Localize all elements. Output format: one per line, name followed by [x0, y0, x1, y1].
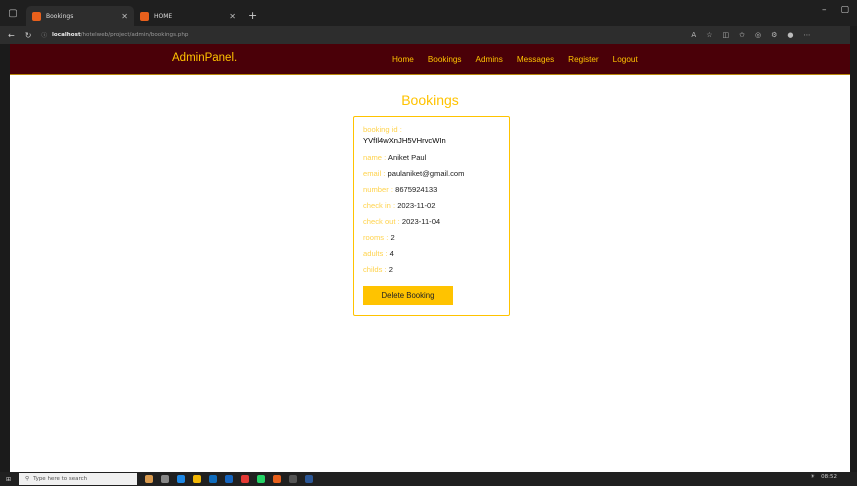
check-out-value: 2023-11-04 [401, 217, 441, 226]
start-icon[interactable]: ⊞ [6, 476, 11, 483]
url-host: localhost [52, 32, 81, 38]
favorite-star-icon[interactable]: ☆ [706, 31, 712, 39]
booking-card: booking id : YVfIl4wXnJH5VHrvcWIn name :… [353, 116, 510, 316]
booking-id-row: booking id : YVfIl4wXnJH5VHrvcWIn [363, 124, 500, 146]
nav-links: Home Bookings Admins Messages Register L… [392, 55, 638, 64]
edge-icon[interactable] [177, 475, 186, 483]
weather-icon[interactable]: ☀ [810, 474, 815, 480]
number-label: number : [363, 185, 393, 194]
nav-bookings[interactable]: Bookings [428, 55, 462, 64]
email-label: email : [363, 169, 386, 178]
email-value: paulaniket@gmail.com [387, 169, 465, 178]
nav-home[interactable]: Home [392, 55, 414, 64]
browser-toolbar: A ☆ ◫ ✩ ◎ ⚙ ● ⋯ [691, 31, 810, 39]
tab-home[interactable]: HOME ✕ [134, 6, 242, 26]
adults-label: adults : [363, 249, 388, 258]
vscode-icon[interactable] [305, 475, 314, 483]
tab-bookings[interactable]: Bookings ✕ [26, 6, 134, 26]
collections-icon[interactable]: ◎ [755, 31, 761, 39]
new-tab-button[interactable]: + [242, 9, 263, 26]
url-path: /hotelweb/project/admin/bookings.php [80, 32, 189, 38]
search-icon: ⚲ [25, 476, 30, 482]
web-page: AdminPanel. Home Bookings Admins Message… [10, 44, 850, 472]
taskbar-search[interactable]: ⚲ Type here to search [19, 473, 138, 485]
app-icon[interactable] [289, 475, 298, 483]
task-view-icon[interactable] [161, 475, 170, 483]
delete-booking-button[interactable]: Delete Booking [363, 286, 453, 305]
extensions-icon[interactable]: ⚙ [771, 31, 777, 39]
adults-value: 4 [389, 249, 394, 258]
nav-register[interactable]: Register [568, 55, 599, 64]
sidebar-edge [850, 26, 857, 472]
check-out-label: check out : [363, 217, 400, 226]
browser-tab-strip: ▢ Bookings ✕ HOME ✕ + – ▢ [0, 0, 857, 26]
os-taskbar: ⊞ ⚲ Type here to search ☀ 08:52 [0, 472, 857, 486]
name-value: Aniket Paul [387, 153, 427, 162]
search-placeholder: Type here to search [33, 476, 88, 482]
chrome-icon[interactable] [241, 475, 250, 483]
page-title: Bookings [401, 92, 459, 108]
system-tray: ☀ 08:52 [810, 474, 837, 480]
profile-icon[interactable]: ● [787, 31, 793, 39]
url-field[interactable]: ⓘ localhost/hotelweb/project/admin/booki… [41, 31, 681, 39]
window-controls: – ▢ [822, 5, 849, 15]
rooms-value: 2 [390, 233, 395, 242]
childs-row: childs : 2 [363, 264, 500, 280]
close-tab-icon[interactable]: ✕ [229, 12, 236, 21]
brand-logo[interactable]: AdminPanel. [172, 52, 237, 64]
restore-button[interactable]: ▢ [840, 5, 849, 15]
rooms-label: rooms : [363, 233, 389, 242]
minimize-button[interactable]: – [822, 5, 827, 15]
more-icon[interactable]: ⋯ [803, 31, 810, 39]
name-row: name : Aniket Paul [363, 152, 500, 168]
email-row: email : paulaniket@gmail.com [363, 168, 500, 184]
file-explorer-icon[interactable] [193, 475, 202, 483]
check-in-value: 2023-11-02 [397, 201, 436, 210]
reload-icon[interactable]: ↻ [25, 31, 32, 40]
whatsapp-icon[interactable] [257, 475, 266, 483]
childs-value: 2 [388, 265, 393, 274]
nav-messages[interactable]: Messages [517, 55, 554, 64]
favicon-icon [32, 11, 41, 21]
nav-logout[interactable]: Logout [613, 55, 638, 64]
adults-row: adults : 4 [363, 248, 500, 264]
back-icon[interactable]: ← [8, 31, 15, 40]
booking-id-label: booking id : [363, 125, 402, 134]
check-in-row: check in : 2023-11-02 [363, 200, 500, 216]
split-screen-icon[interactable]: ◫ [722, 31, 729, 39]
booking-id-value: YVfIl4wXnJH5VHrvcWIn [363, 136, 446, 145]
nav-admins[interactable]: Admins [476, 55, 503, 64]
read-aloud-icon[interactable]: A [691, 31, 696, 39]
tab-label: Bookings [46, 12, 74, 20]
address-bar: ← ↻ ⓘ localhost/hotelweb/project/admin/b… [0, 26, 857, 44]
widget-icon[interactable] [145, 475, 154, 483]
childs-label: childs : [363, 265, 387, 274]
browser-app-icon[interactable] [273, 475, 282, 483]
number-row: number : 8675924133 [363, 184, 500, 200]
info-icon[interactable]: ⓘ [41, 31, 47, 39]
tab-label: HOME [154, 12, 173, 20]
store-icon[interactable] [209, 475, 218, 483]
top-navbar: AdminPanel. Home Bookings Admins Message… [10, 44, 850, 75]
name-label: name : [363, 153, 387, 162]
favicon-icon [140, 11, 149, 21]
check-in-label: check in : [363, 201, 396, 210]
favorites-icon[interactable]: ✩ [739, 31, 745, 39]
rooms-row: rooms : 2 [363, 232, 500, 248]
window-menu-icon[interactable]: ▢ [0, 0, 26, 26]
number-value: 8675924133 [395, 185, 438, 194]
mail-icon[interactable] [225, 475, 234, 483]
clock[interactable]: 08:52 [821, 474, 837, 480]
close-tab-icon[interactable]: ✕ [121, 12, 128, 21]
check-out-row: check out : 2023-11-04 [363, 216, 500, 232]
